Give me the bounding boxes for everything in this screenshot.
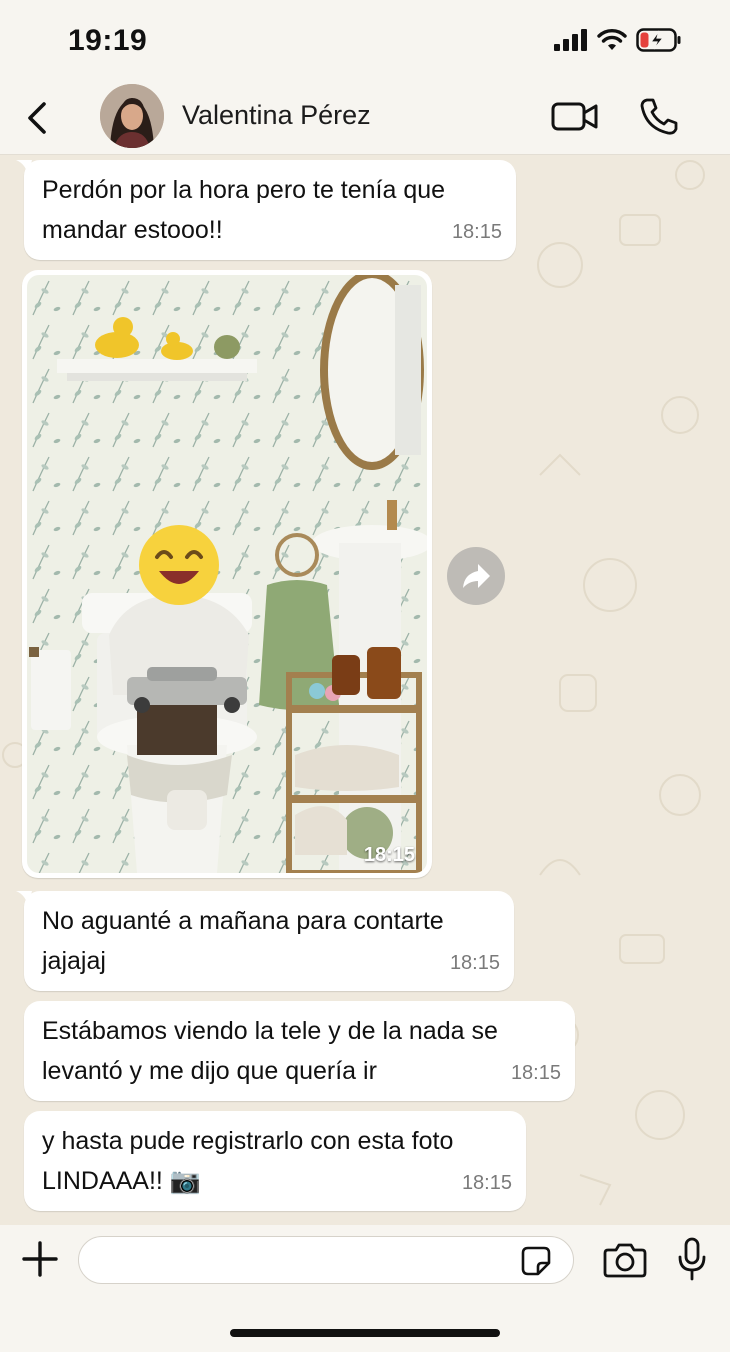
plus-icon[interactable] — [22, 1241, 58, 1277]
chat-header: Valentina Pérez — [0, 80, 730, 155]
message-text: y hasta pude registrarlo con esta foto L… — [42, 1127, 454, 1195]
image-message[interactable]: 18:15 — [22, 270, 432, 878]
bubble-tail — [16, 891, 32, 907]
message-time: 18:15 — [461, 1172, 512, 1194]
message-text: No aguanté a mañana para contarte jajaja… — [42, 907, 444, 975]
message-time: 18:15 — [449, 952, 500, 974]
message-text: Perdón por la hora pero te tenía que man… — [42, 176, 446, 244]
video-camera-icon[interactable] — [550, 98, 600, 134]
wifi-icon — [597, 29, 627, 50]
message-time: 18:15 — [510, 1062, 561, 1084]
contact-name[interactable]: Valentina Pérez — [182, 100, 371, 131]
message-bubble[interactable]: y hasta pude registrarlo con esta foto L… — [24, 1111, 526, 1211]
bathroom-photo — [27, 275, 427, 873]
phone-icon[interactable] — [638, 96, 680, 136]
message-input[interactable] — [78, 1236, 574, 1284]
shared-photo[interactable]: 18:15 — [27, 275, 427, 873]
signal-icon — [554, 29, 587, 51]
message-text: Estábamos viendo la tele y de la nada se… — [42, 1017, 498, 1085]
forward-icon — [463, 564, 490, 588]
forward-button[interactable] — [447, 547, 505, 605]
message-bubble[interactable]: Estábamos viendo la tele y de la nada se… — [24, 1001, 575, 1101]
camera-icon[interactable] — [603, 1241, 647, 1279]
photo-time: 18:15 — [363, 844, 415, 866]
battery-charging-icon — [636, 28, 681, 52]
home-indicator — [230, 1329, 500, 1337]
chat-area: Perdón por la hora pero te tenía que man… — [0, 155, 730, 1225]
status-bar: 19:19 — [0, 0, 730, 80]
bubble-tail — [16, 160, 32, 176]
status-time: 19:19 — [68, 24, 148, 57]
message-bubble[interactable]: No aguanté a mañana para contarte jajaja… — [16, 891, 514, 991]
message-bubble[interactable]: Perdón por la hora pero te tenía que man… — [16, 160, 516, 260]
sticker-icon[interactable] — [520, 1245, 552, 1277]
message-time: 18:15 — [451, 221, 502, 243]
avatar[interactable] — [100, 84, 164, 148]
microphone-icon[interactable] — [676, 1237, 708, 1281]
chevron-left-icon[interactable] — [22, 98, 52, 138]
avatar-photo — [100, 84, 164, 148]
